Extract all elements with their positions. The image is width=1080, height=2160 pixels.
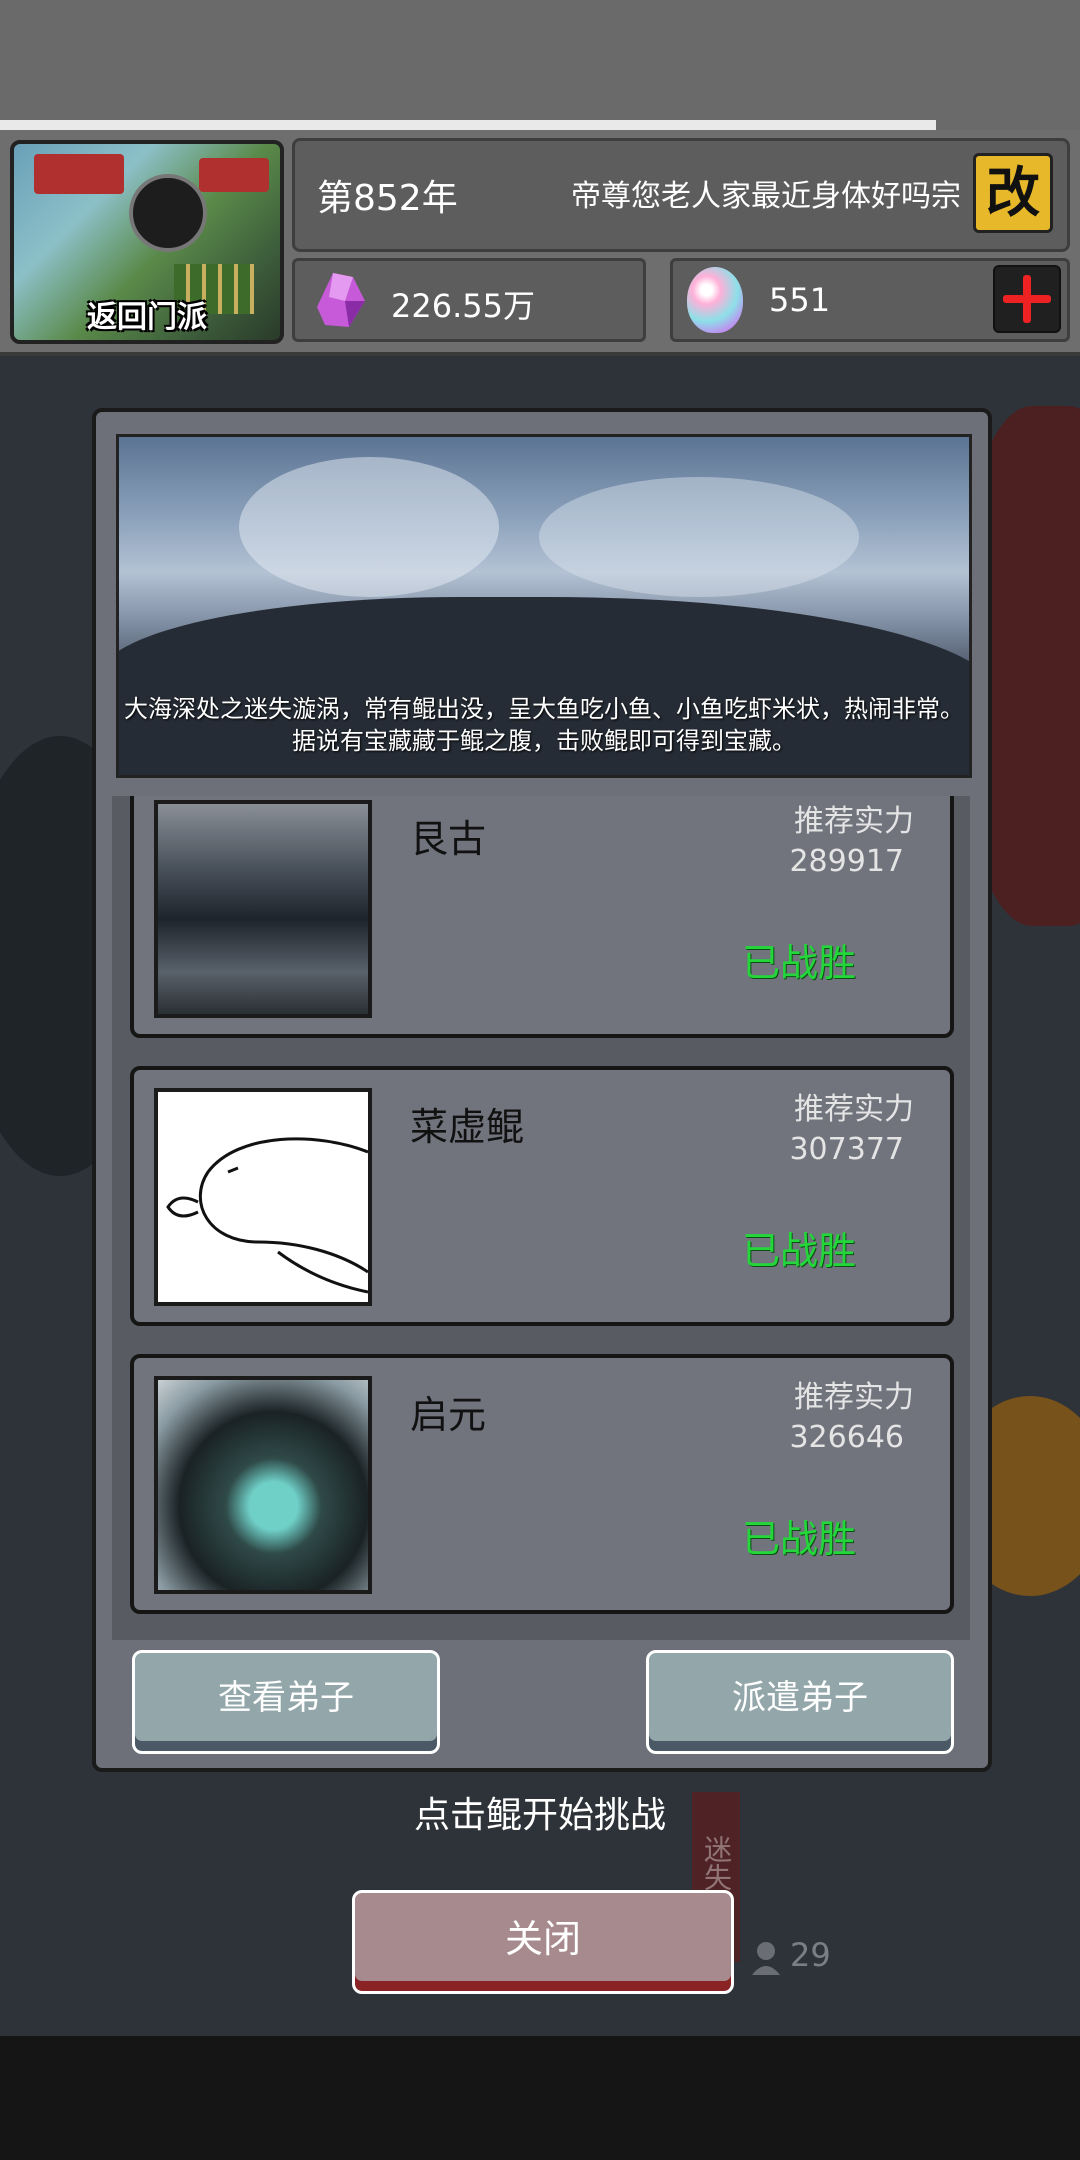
- boss-name: 艮古: [410, 817, 487, 861]
- building-icon: [34, 154, 124, 194]
- boss-portrait: [154, 1088, 372, 1306]
- boss-list[interactable]: 艮古 推荐实力 289917 已战胜 菜虚鲲 推荐实力 307377 已战胜 启…: [112, 796, 970, 1640]
- recommended-power-value: 289917: [789, 844, 904, 879]
- victory-status: 已战胜: [741, 941, 856, 985]
- boss-name: 启元: [410, 1393, 487, 1437]
- year-panel: 第852年 帝尊您老人家最近身体好吗宗 改: [292, 138, 1070, 252]
- sect-emblem-icon: [129, 174, 207, 252]
- return-sect-button[interactable]: 返回门派: [10, 140, 284, 344]
- boss-card[interactable]: 菜虚鲲 推荐实力 307377 已战胜: [130, 1066, 954, 1326]
- year-label: 第852年: [317, 178, 458, 219]
- spirit-egg-icon: [687, 267, 743, 333]
- boss-card[interactable]: 启元 推荐实力 326646 已战胜: [130, 1354, 954, 1614]
- building-icon: [199, 158, 269, 192]
- crystal-count: 226.55万: [391, 287, 535, 325]
- disciple-count-value: 29: [790, 1936, 831, 1974]
- crystal-icon: [317, 273, 365, 327]
- sketch-kun-icon: [166, 1137, 368, 1294]
- rename-button[interactable]: 改: [973, 153, 1053, 233]
- sect-name: 帝尊您老人家最近身体好吗宗: [571, 179, 961, 214]
- return-sect-label: 返回门派: [87, 300, 207, 335]
- location-description: 大海深处之迷失漩涡，常有鲲出没，呈大鱼吃小鱼、小鱼吃虾米状，热闹非常。据说有宝藏…: [124, 695, 964, 755]
- location-banner: 大海深处之迷失漩涡，常有鲲出没，呈大鱼吃小鱼、小鱼吃虾米状，热闹非常。据说有宝藏…: [116, 434, 972, 778]
- status-area: [0, 0, 1080, 130]
- dispatch-disciples-button[interactable]: 派遣弟子: [646, 1650, 954, 1754]
- close-button[interactable]: 关闭: [352, 1890, 734, 1994]
- boss-dialog: 大海深处之迷失漩涡，常有鲲出没，呈大鱼吃小鱼、小鱼吃虾米状，热闹非常。据说有宝藏…: [92, 408, 992, 1772]
- recommended-power-value: 307377: [789, 1132, 904, 1167]
- view-disciples-button[interactable]: 查看弟子: [132, 1650, 440, 1754]
- disciple-icon: [752, 1942, 780, 1975]
- egg-count: 551: [769, 281, 831, 319]
- recommended-power-label: 推荐实力: [794, 1380, 914, 1415]
- loading-progress-bar: [0, 120, 936, 130]
- boss-portrait: [154, 800, 372, 1018]
- boss-name: 菜虚鲲: [410, 1105, 525, 1149]
- victory-status: 已战胜: [741, 1517, 856, 1561]
- bottom-bar: [0, 2036, 1080, 2160]
- recommended-power-label: 推荐实力: [794, 1092, 914, 1127]
- add-button[interactable]: [993, 265, 1061, 333]
- disciple-count: 29: [746, 1936, 831, 1977]
- boss-card[interactable]: 艮古 推荐实力 289917 已战胜: [130, 796, 954, 1038]
- victory-status: 已战胜: [741, 1229, 856, 1273]
- recommended-power-value: 326646: [789, 1420, 904, 1455]
- challenge-hint: 点击鲲开始挑战: [413, 1795, 666, 1836]
- recommended-power-label: 推荐实力: [794, 804, 914, 839]
- boss-portrait: [154, 1376, 372, 1594]
- egg-resource: 551: [670, 258, 1070, 342]
- crystal-resource: 226.55万: [292, 258, 646, 342]
